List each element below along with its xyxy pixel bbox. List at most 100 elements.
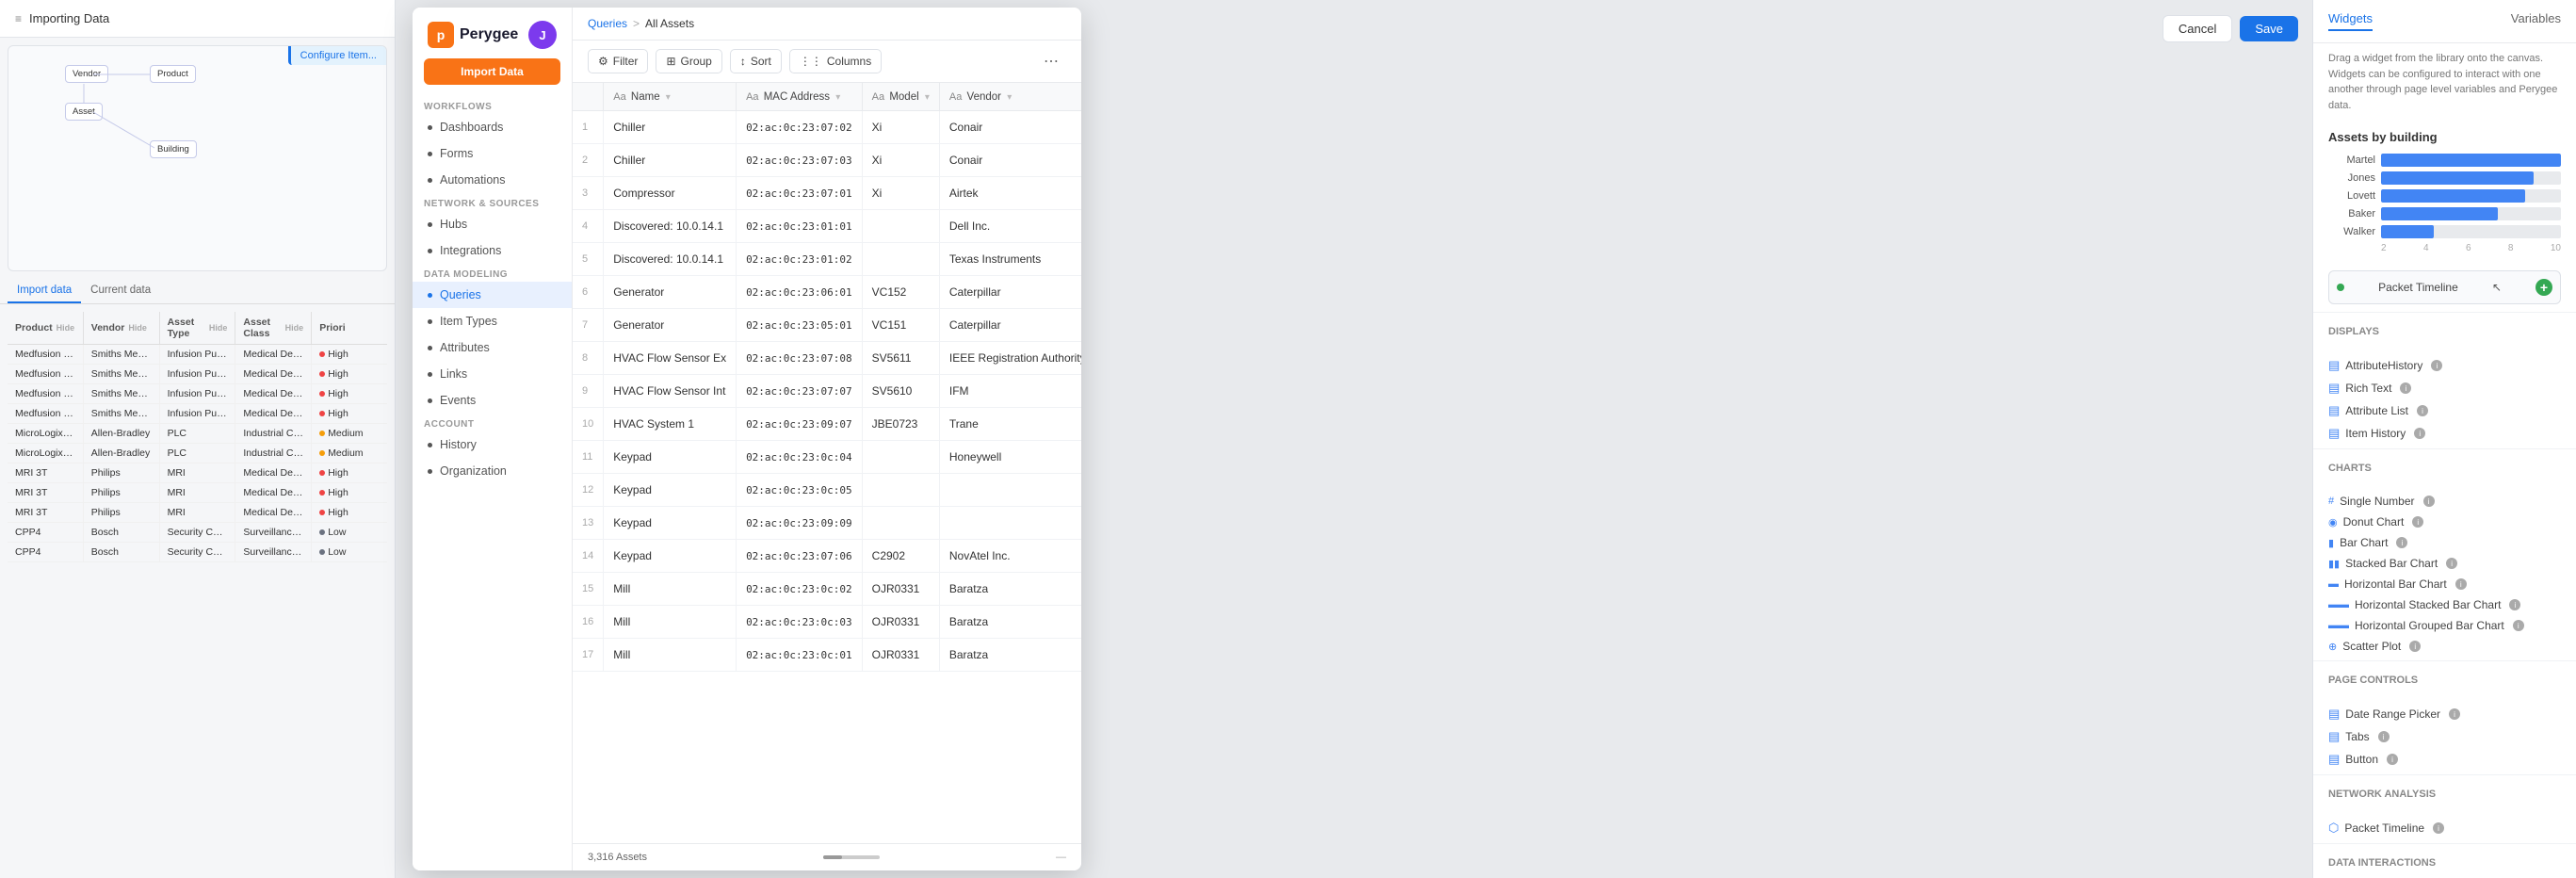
user-avatar[interactable]: J <box>528 21 557 49</box>
widgets-tab[interactable]: Widgets <box>2328 11 2373 31</box>
sidebar-item-dashboards[interactable]: Dashboards <box>413 114 572 140</box>
chart-item[interactable]: ▬ Horizontal Bar Chart i <box>2313 574 2576 594</box>
lp-col-vendor-hide[interactable]: Hide <box>128 323 147 333</box>
current-data-tab[interactable]: Current data <box>81 279 160 303</box>
table-row[interactable]: 8HVAC Flow Sensor Ex02:ac:0c:23:07:08SV5… <box>573 342 1081 375</box>
columns-button[interactable]: ⋮⋮ Columns <box>789 49 882 73</box>
chart-info-icon[interactable]: i <box>2446 558 2457 569</box>
sidebar-item-hubs[interactable]: Hubs <box>413 211 572 237</box>
list-item[interactable]: Medfusion 4000 Wireless Syringe Infusio.… <box>8 365 387 384</box>
chart-item[interactable]: ▮ Bar Chart i <box>2313 532 2576 553</box>
lp-col-asset-class-hide[interactable]: Hide <box>285 323 304 333</box>
table-row[interactable]: 3Compressor02:ac:0c:23:07:01XiAirtek 99%… <box>573 177 1081 210</box>
table-row[interactable]: 13Keypad02:ac:0c:23:09:09 JC Justin Carr… <box>573 507 1081 540</box>
sidebar-item-organization[interactable]: Organization <box>413 458 572 484</box>
save-button[interactable]: Save <box>2240 16 2298 41</box>
table-row[interactable]: 15Mill02:ac:0c:23:0c:02OJR0331Baratza 78… <box>573 573 1081 606</box>
list-item[interactable]: CPP4 Bosch Security Camera Surveillance … <box>8 523 387 543</box>
info-icon[interactable]: i <box>2400 382 2411 394</box>
network-info[interactable]: i <box>2433 822 2444 834</box>
list-item[interactable]: MicroLogix 1100 Allen-Bradley PLC Indust… <box>8 444 387 463</box>
table-row[interactable]: 9HVAC Flow Sensor Int02:ac:0c:23:07:07SV… <box>573 375 1081 408</box>
chart-info-icon[interactable]: i <box>2423 496 2435 507</box>
chart-item[interactable]: # Single Number i <box>2313 491 2576 512</box>
table-row[interactable]: 16Mill02:ac:0c:23:0c:03OJR0331Baratza 87… <box>573 606 1081 639</box>
chart-item[interactable]: ▮▮ Stacked Bar Chart i <box>2313 553 2576 574</box>
th-name[interactable]: Aa Name ▾ <box>604 83 737 111</box>
filter-button[interactable]: ⚙ Filter <box>588 49 648 73</box>
list-item[interactable]: Medfusion 4000 Wireless Syringe Infusio.… <box>8 384 387 404</box>
import-data-tab[interactable]: Import data <box>8 279 81 303</box>
lp-col-asset-type-hide[interactable]: Hide <box>209 323 228 333</box>
chart-item[interactable]: ▬▬ Horizontal Stacked Bar Chart i <box>2313 594 2576 615</box>
info-icon[interactable]: i <box>2431 360 2442 371</box>
th-mac[interactable]: Aa MAC Address ▾ <box>737 83 863 111</box>
th-model[interactable]: Aa Model ▾ <box>862 83 939 111</box>
info-icon[interactable]: i <box>2417 405 2428 416</box>
th-vendor[interactable]: Aa Vendor ▾ <box>939 83 1081 111</box>
chart-info-icon[interactable]: i <box>2412 516 2423 528</box>
packet-timeline-preview[interactable]: Packet Timeline ↖ + <box>2328 270 2561 304</box>
sidebar-item-automations[interactable]: Automations <box>413 167 572 193</box>
display-item[interactable]: ▤ Item History i <box>2313 422 2576 445</box>
cancel-button[interactable]: Cancel <box>2163 15 2232 42</box>
add-packet-timeline[interactable]: + <box>2535 279 2552 296</box>
sidebar-item-attributes[interactable]: Attributes <box>413 334 572 361</box>
chart-info-icon[interactable]: i <box>2513 620 2524 631</box>
table-row[interactable]: 12Keypad02:ac:0c:23:0c:05 JC Justin Carr… <box>573 474 1081 507</box>
table-row[interactable]: 7Generator02:ac:0c:23:05:01VC151Caterpil… <box>573 309 1081 342</box>
page-control-item[interactable]: ▤ Button i <box>2313 748 2576 771</box>
display-item[interactable]: ▤ Attribute List i <box>2313 399 2576 422</box>
chart-item[interactable]: ▬▬ Horizontal Grouped Bar Chart i <box>2313 615 2576 636</box>
sidebar-item-queries[interactable]: Queries <box>413 282 572 308</box>
sort-button[interactable]: ↕ Sort <box>730 49 782 73</box>
footer-scroll[interactable] <box>647 855 1056 859</box>
info-icon[interactable]: i <box>2414 428 2425 439</box>
table-row[interactable]: 5Discovered: 10.0.14.102:ac:0c:23:01:02T… <box>573 243 1081 276</box>
sidebar-item-forms[interactable]: Forms <box>413 140 572 167</box>
list-item[interactable]: Medfusion 4000 Wireless Syringe Infusio.… <box>8 345 387 365</box>
sidebar-import-button[interactable]: Import Data <box>424 58 560 85</box>
display-item[interactable]: ▤ AttributeHistory i <box>2313 354 2576 377</box>
table-row[interactable]: 14Keypad02:ac:0c:23:07:06C2902NovAtel In… <box>573 540 1081 573</box>
list-item[interactable]: Medfusion 4000 Wireless Syringe Infusio.… <box>8 404 387 424</box>
more-options-button[interactable]: ⋯ <box>1036 48 1066 74</box>
page-control-info[interactable]: i <box>2387 754 2398 765</box>
table-row[interactable]: 6Generator02:ac:0c:23:06:01VC152Caterpil… <box>573 276 1081 309</box>
table-row[interactable]: 1Chiller02:ac:0c:23:07:02XiConair 98% J … <box>573 111 1081 144</box>
network-item[interactable]: ⬡ Packet Timeline i <box>2313 817 2576 839</box>
table-row[interactable]: 2Chiller02:ac:0c:23:07:03XiConair 99% J … <box>573 144 1081 177</box>
chart-item[interactable]: ◉ Donut Chart i <box>2313 512 2576 532</box>
chart-info-icon[interactable]: i <box>2409 641 2421 652</box>
table-row[interactable]: 10HVAC System 102:ac:0c:23:09:07JBE0723T… <box>573 408 1081 441</box>
sidebar-item-integrations[interactable]: Integrations <box>413 237 572 264</box>
sidebar-item-history[interactable]: History <box>413 431 572 458</box>
list-item[interactable]: CPP4 Bosch Security Camera Surveillance … <box>8 543 387 562</box>
list-item[interactable]: MRI 3T Philips MRI Medical Devices High <box>8 503 387 523</box>
table-row[interactable]: 11Keypad02:ac:0c:23:0c:04Honeywell J Jam… <box>573 441 1081 474</box>
list-item[interactable]: MicroLogix 1100 Allen-Bradley PLC Indust… <box>8 424 387 444</box>
breadcrumb-parent[interactable]: Queries <box>588 17 627 30</box>
list-item[interactable]: MRI 3T Philips MRI Medical Devices High <box>8 483 387 503</box>
table-row[interactable]: 17Mill02:ac:0c:23:0c:01OJR0331Baratza 86… <box>573 639 1081 672</box>
table-container[interactable]: Aa Name ▾ Aa MAC Address ▾ Aa Model ▾ <box>573 83 1081 843</box>
list-item[interactable]: MRI 3T Philips MRI Medical Devices High <box>8 463 387 483</box>
sidebar-item-item-types[interactable]: Item Types <box>413 308 572 334</box>
sidebar-item-events[interactable]: Events <box>413 387 572 414</box>
lp-col-product-hide[interactable]: Hide <box>57 323 75 333</box>
table-row[interactable]: 4Discovered: 10.0.14.102:ac:0c:23:01:01D… <box>573 210 1081 243</box>
page-control-item[interactable]: ▤ Date Range Picker i <box>2313 703 2576 725</box>
page-control-info[interactable]: i <box>2378 731 2390 742</box>
lp-product-cell: MicroLogix 1100 <box>8 424 84 443</box>
display-item[interactable]: ▤ Rich Text i <box>2313 377 2576 399</box>
page-control-info[interactable]: i <box>2449 708 2460 720</box>
chart-info-icon[interactable]: i <box>2455 578 2467 590</box>
model-sort-icon: ▾ <box>925 92 930 103</box>
sidebar-item-links[interactable]: Links <box>413 361 572 387</box>
chart-info-icon[interactable]: i <box>2396 537 2407 548</box>
variables-tab[interactable]: Variables <box>2511 11 2561 31</box>
chart-item[interactable]: ⊕ Scatter Plot i <box>2313 636 2576 657</box>
page-control-item[interactable]: ▤ Tabs i <box>2313 725 2576 748</box>
group-button[interactable]: ⊞ Group <box>656 49 721 73</box>
chart-info-icon[interactable]: i <box>2509 599 2520 610</box>
